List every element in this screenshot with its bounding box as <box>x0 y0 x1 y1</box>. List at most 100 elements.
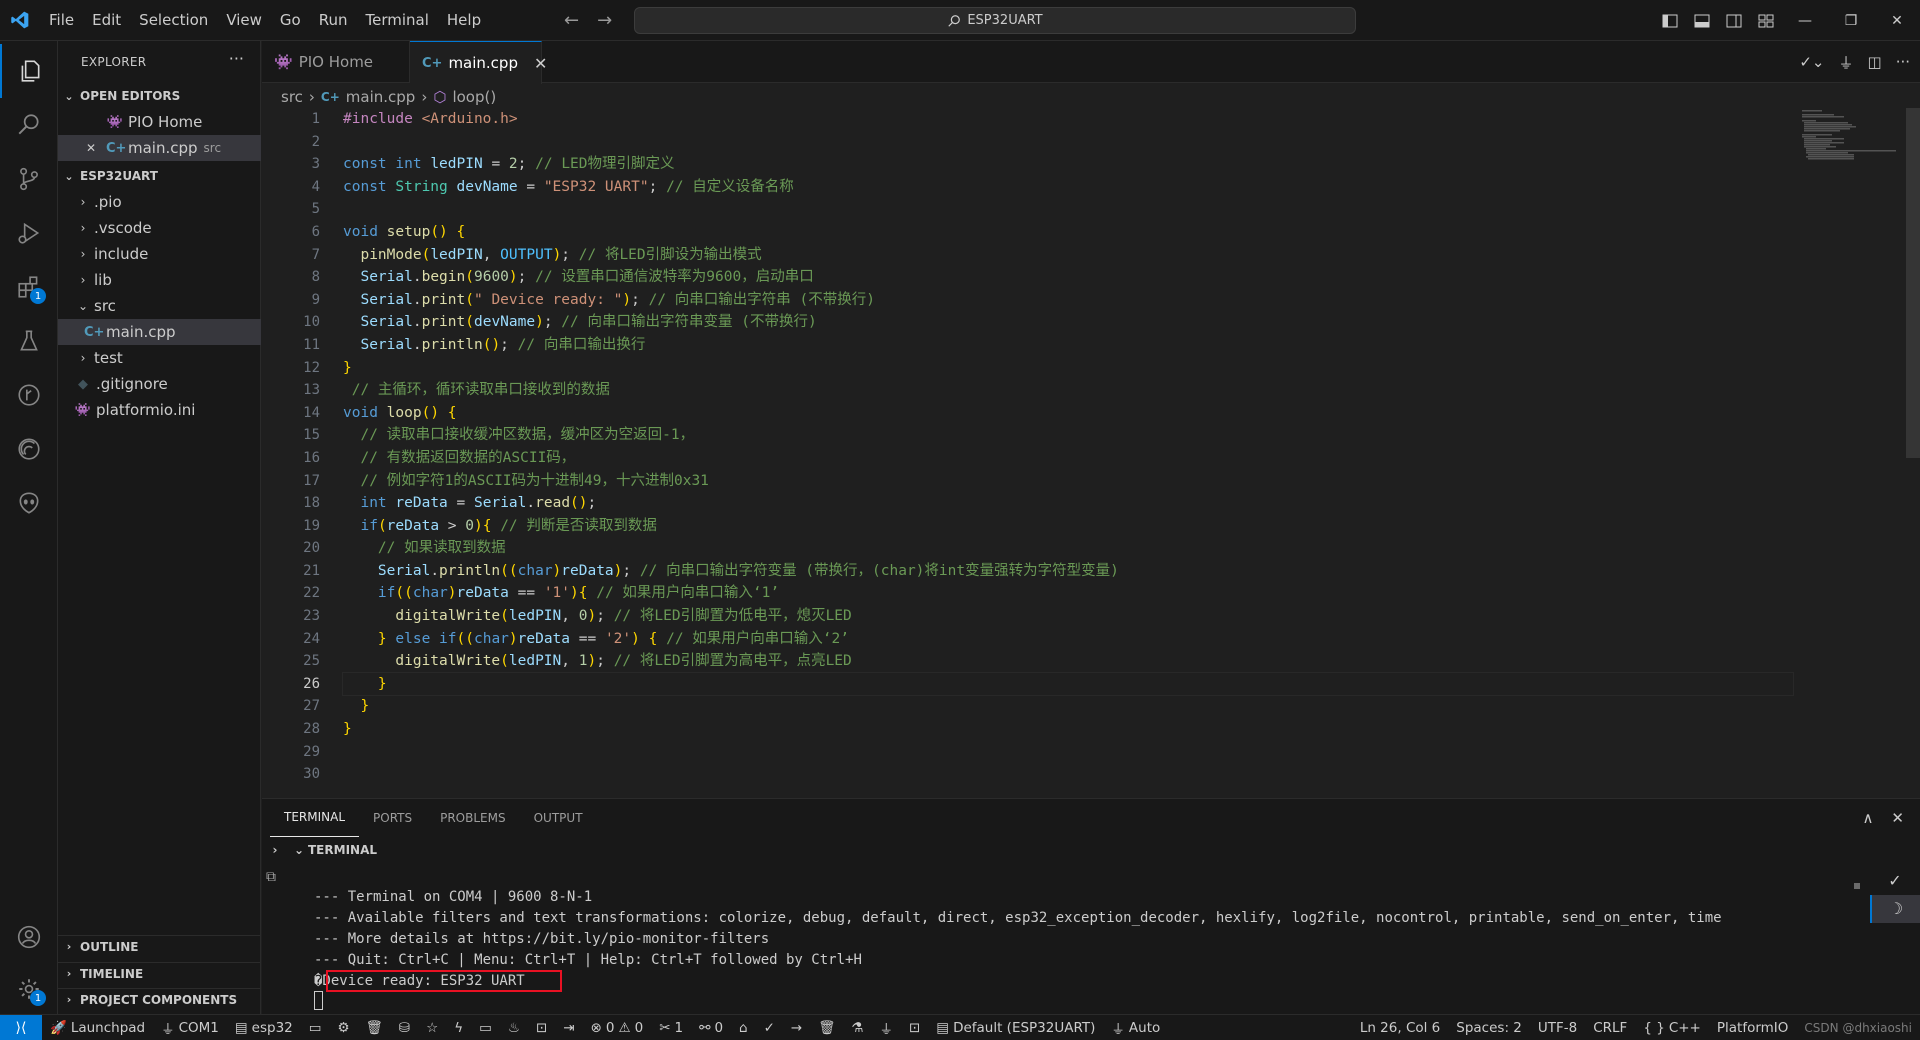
explorer-icon[interactable] <box>0 44 58 98</box>
code-line[interactable]: #include <Arduino.h> <box>343 108 1793 131</box>
sync-item[interactable]: ✂ 1 <box>651 1015 691 1040</box>
tab-pio-home[interactable]: 👾 PIO Home <box>262 41 410 83</box>
accounts-icon[interactable] <box>0 910 58 964</box>
breadcrumb-symbol[interactable]: loop() <box>452 88 496 106</box>
code-line[interactable]: } <box>343 695 1793 718</box>
end-of-line[interactable]: CRLF <box>1585 1015 1635 1040</box>
serial-port-item[interactable]: ⏚ COM1 <box>153 1015 227 1040</box>
tree-item-include[interactable]: › include <box>58 241 261 267</box>
new-terminal-icon[interactable]: ⧉ <box>266 869 276 885</box>
code-line[interactable]: const int ledPIN = 2; // LED物理引脚定义 <box>343 153 1793 176</box>
pio-home-icon[interactable]: ▭ <box>301 1015 330 1040</box>
tab-ports[interactable]: PORTS <box>359 799 426 837</box>
tab-output[interactable]: OUTPUT <box>520 799 597 837</box>
toggle-primary-sidebar-icon[interactable] <box>1654 0 1686 41</box>
tree-item-vscode[interactable]: › .vscode <box>58 215 261 241</box>
code-line[interactable]: Serial.println(); // 向串口输出换行 <box>343 334 1793 357</box>
run-debug-icon[interactable] <box>0 206 58 260</box>
code-line[interactable]: // 例如字符1的ASCII码为十进制49，十六进制0x31 <box>343 470 1793 493</box>
minimap[interactable] <box>1796 108 1906 178</box>
code-line[interactable]: void loop() { <box>343 402 1793 425</box>
code-line[interactable]: } <box>343 357 1793 380</box>
ports-item[interactable]: ⚯ 0 <box>691 1015 731 1040</box>
code-line[interactable]: Serial.print(" Device ready: "); // 向串口输… <box>343 289 1793 312</box>
command-center-search[interactable]: ESP32UART <box>634 7 1356 34</box>
customize-layout-icon[interactable] <box>1750 0 1782 41</box>
gear-icon[interactable]: ⚙ <box>330 1015 358 1040</box>
tree-item-pio[interactable]: › .pio <box>58 189 261 215</box>
upload-plug-icon[interactable]: ⏚ <box>1838 52 1853 73</box>
upload-arrow-icon[interactable]: → <box>783 1015 810 1040</box>
editor-scrollbar[interactable] <box>1906 108 1920 458</box>
code-line[interactable]: } else if((char)reData == '2') { // 如果用户… <box>343 628 1793 651</box>
code-line[interactable] <box>343 741 1793 764</box>
remote-explorer-icon[interactable] <box>0 422 58 476</box>
testing-icon[interactable] <box>0 314 58 368</box>
new-terminal-icon[interactable]: ⊡ <box>901 1015 928 1040</box>
close-editor-icon[interactable]: ✕ <box>84 141 98 155</box>
terminal-icon[interactable]: ⊡ <box>528 1015 555 1040</box>
code-line[interactable]: } <box>343 718 1793 741</box>
split-editor-icon[interactable]: ◫ <box>1868 53 1882 71</box>
tree-item-main-cpp[interactable]: C+ main.cpp <box>58 319 261 345</box>
code-line[interactable]: // 读取串口接收缓冲区数据，缓冲区为空返回-1， <box>343 424 1793 447</box>
tree-item-test[interactable]: › test <box>58 345 261 371</box>
star-icon[interactable]: ☆ <box>418 1015 446 1040</box>
terminal-scrollbar[interactable] <box>1854 883 1860 889</box>
forward-arrow-icon[interactable]: → <box>597 10 612 31</box>
code-line[interactable] <box>343 763 1793 786</box>
code-line[interactable]: Serial.println((char)reData); // 向串口输出字符… <box>343 560 1793 583</box>
tab-problems[interactable]: PROBLEMS <box>426 799 520 837</box>
test-flask-icon[interactable]: ⚗ <box>843 1015 871 1040</box>
indentation[interactable]: Spaces: 2 <box>1448 1015 1530 1040</box>
menu-help[interactable]: Help <box>438 0 490 41</box>
code-line[interactable] <box>343 131 1793 154</box>
platformio-alien-icon[interactable] <box>0 476 58 530</box>
remote-indicator-icon[interactable]: ⟩⟨ <box>0 1014 42 1040</box>
menu-run[interactable]: Run <box>310 0 357 41</box>
back-arrow-icon[interactable]: ← <box>564 10 579 31</box>
build-check-icon[interactable]: ✓⌄ <box>1799 53 1824 71</box>
menu-view[interactable]: View <box>217 0 271 41</box>
code-line[interactable]: int reData = Serial.read(); <box>343 492 1793 515</box>
close-window-icon[interactable]: ✕ <box>1874 0 1920 41</box>
terminal-item-icon[interactable]: ☽ <box>1870 895 1920 923</box>
open-editor-main-cpp[interactable]: ✕ C+ main.cpp src <box>58 135 261 161</box>
cursor-position[interactable]: Ln 26, Col 6 <box>1352 1015 1448 1040</box>
minimize-icon[interactable]: — <box>1782 0 1828 41</box>
menu-go[interactable]: Go <box>271 0 310 41</box>
menu-terminal[interactable]: Terminal <box>357 0 438 41</box>
source-control-icon[interactable] <box>0 152 58 206</box>
code-line[interactable]: } <box>342 671 1794 697</box>
code-line[interactable]: const String devName = "ESP32 UART"; // … <box>343 176 1793 199</box>
menu-file[interactable]: File <box>40 0 83 41</box>
tree-item-src[interactable]: ⌄ src <box>58 293 261 319</box>
auto-item[interactable]: ⏚ Auto <box>1103 1015 1168 1040</box>
open-editors-header[interactable]: ⌄ OPEN EDITORS <box>58 85 261 107</box>
close-panel-icon[interactable]: ✕ <box>1891 809 1904 827</box>
language-mode[interactable]: { } C++ <box>1635 1015 1709 1040</box>
code-line[interactable]: // 如果读取到数据 <box>343 537 1793 560</box>
code-line[interactable]: Serial.begin(9600); // 设置串口通信波特率为9600，启动… <box>343 266 1793 289</box>
outline-header[interactable]: › OUTLINE <box>58 935 261 957</box>
code-line[interactable]: digitalWrite(ledPIN, 0); // 将LED引脚置为低电平，… <box>343 605 1793 628</box>
tree-item-platformio-ini[interactable]: 👾 platformio.ini <box>58 397 261 423</box>
project-components-header[interactable]: › PROJECT COMPONENTS <box>58 988 261 1010</box>
search-view-icon[interactable] <box>0 98 58 152</box>
platformio-label[interactable]: PlatformIO <box>1709 1015 1797 1040</box>
more-actions-icon[interactable]: ··· <box>229 49 244 68</box>
tab-main-cpp[interactable]: C+ main.cpp ✕ <box>410 41 547 84</box>
terminal-check-icon[interactable]: ✓ <box>1870 867 1920 895</box>
code-line[interactable]: if(reData > 0){ // 判断是否读取到数据 <box>343 515 1793 538</box>
open-editor-pio-home[interactable]: 👾 PIO Home <box>58 109 261 135</box>
maximize-panel-icon[interactable]: ∧ <box>1862 809 1873 827</box>
code-line[interactable]: // 主循环，循环读取串口接收到的数据 <box>343 379 1793 402</box>
database-icon[interactable]: ⛁ <box>391 1015 418 1040</box>
more-editor-actions-icon[interactable]: ··· <box>1896 53 1910 71</box>
env-item[interactable]: ▤ esp32 <box>227 1015 301 1040</box>
project-folder-header[interactable]: ⌄ ESP32UART <box>58 165 261 187</box>
lightning-icon[interactable]: ϟ <box>446 1015 471 1040</box>
encoding[interactable]: UTF-8 <box>1530 1015 1585 1040</box>
git-graph-icon[interactable] <box>0 368 58 422</box>
code-line[interactable]: if((char)reData == '1'){ // 如果用户向串口输入‘1’ <box>343 582 1793 605</box>
